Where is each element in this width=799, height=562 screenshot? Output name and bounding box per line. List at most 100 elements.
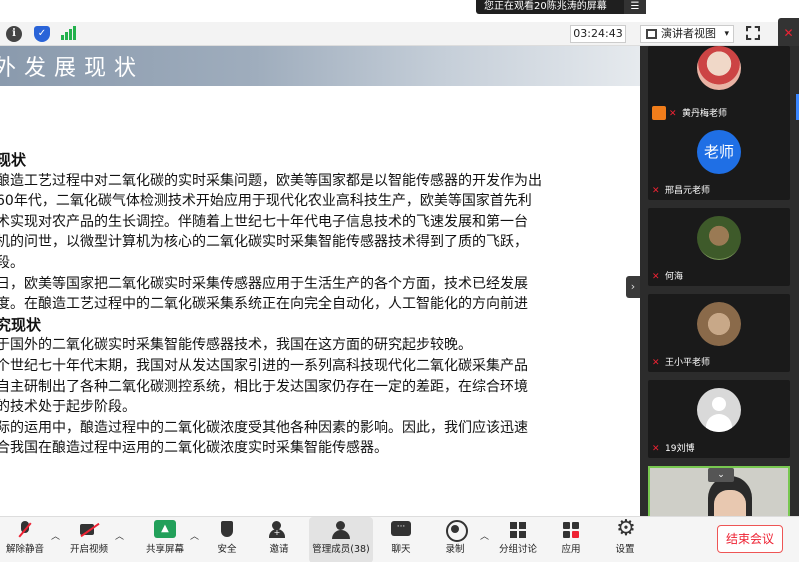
unmute-label: 解除静音	[5, 544, 44, 555]
participant-tile[interactable]: ✕ 19刘博	[648, 380, 790, 458]
add-user-icon	[268, 520, 290, 540]
manage-members-label: 管理成员(38)	[312, 544, 370, 555]
video-options-chevron-icon[interactable]: ︿	[115, 529, 124, 542]
camera-off-icon	[78, 520, 100, 540]
signal-icon[interactable]	[60, 26, 76, 42]
record-icon	[444, 520, 468, 542]
banner-menu-icon[interactable]: ☰	[624, 0, 646, 14]
speaker-view-label: 演讲者视图	[661, 27, 716, 40]
participant-name-row: ✕ 邢昌元老师	[652, 183, 710, 196]
invite-button[interactable]: 邀请	[262, 517, 296, 562]
slide-line: 于国外的二氧化碳实时采集智能传感器技术，我国在这方面的研究起步较晚。	[0, 337, 472, 354]
members-icon	[330, 520, 352, 540]
slide-line: 的技术处于起步阶段。	[0, 399, 136, 416]
info-icon[interactable]: i	[6, 26, 22, 42]
mic-off-icon	[14, 520, 36, 540]
apps-button[interactable]: 应用	[556, 517, 586, 562]
security-label: 安全	[217, 544, 237, 555]
participant-avatar	[697, 46, 741, 90]
speaker-view-button[interactable]: 演讲者视图 ▾	[640, 25, 734, 43]
participant-name-row: ✕ 何海	[652, 269, 683, 282]
start-video-label: 开启视频	[69, 544, 108, 555]
slide-line: 度。在酿造工艺过程中的二氧化碳采集系统正在向完全自动化，人工智能化的方向前进	[0, 296, 528, 313]
fullscreen-icon[interactable]	[746, 26, 760, 40]
slide-line: 酿造工艺过程中对二氧化碳的实时采集问题，欧美等国家都是以智能传感器的开发作为出	[0, 172, 542, 189]
participant-panel: ✕ 19刘博 ✕ 王小平老师 ✕ 何海 老师 ✕ 邢昌元老师 ✕ 黄丹梅老师 ⌄	[640, 46, 799, 516]
collapse-panel-chevron-icon[interactable]: ›	[626, 276, 640, 298]
slide-line: 日，欧美等国家把二氧化碳实时采集传感器应用于生活生产的各个方面，技术已经发展	[0, 275, 528, 292]
slide-title-band: 外发展现状	[0, 46, 640, 86]
active-video-tile[interactable]: ⌄	[648, 466, 790, 516]
settings-label: 设置	[615, 544, 635, 555]
chevron-down-icon[interactable]: ⌄	[708, 468, 734, 482]
shield-icon[interactable]: ✓	[34, 26, 50, 42]
chat-label: 聊天	[391, 544, 411, 555]
share-options-chevron-icon[interactable]: ︿	[190, 529, 199, 542]
breakout-rooms-button[interactable]: 分组讨论	[496, 517, 540, 562]
participant-tile[interactable]: ✕ 黄丹梅老师	[648, 46, 790, 124]
participant-tile[interactable]: ✕ 何海	[648, 208, 790, 286]
apps-label: 应用	[561, 544, 581, 555]
breakout-rooms-label: 分组讨论	[498, 544, 537, 555]
muted-mic-icon: ✕	[652, 444, 660, 454]
share-screen-label: 共享屏幕	[145, 544, 184, 555]
settings-button[interactable]: 设置	[610, 516, 640, 562]
slide-line: 际的运用中，酿造过程中的二氧化碳浓度受其他各种因素的影响。因此，我们应该迅速	[0, 419, 528, 436]
slide-line: 60年代，二氧化碳气体检测技术开始应用于现代化农业高科技生产，欧美等国家首先利	[0, 193, 532, 210]
end-meeting-button[interactable]: 结束会议	[717, 525, 783, 553]
muted-mic-icon: ✕	[652, 272, 660, 282]
slide-title: 外发展现状	[0, 56, 145, 81]
view-grid-icon	[646, 29, 657, 39]
slide-heading: 现状	[0, 151, 27, 169]
slide-line: 个世纪七十年代末期，我国对从发达国家引进的一系列高科技现代化二氧化碳采集产品	[0, 357, 528, 374]
security-button[interactable]: 安全	[210, 517, 244, 562]
slide-line: 术实现对农产品的生长调控。伴随着上世纪七十年代电子信息技术的飞速发展和第一台	[0, 213, 528, 230]
participant-name-row: ✕ 王小平老师	[652, 355, 710, 368]
slide-line: 自主研制出了各种二氧化碳测控系统，相比于发达国家仍存在一定的差距，在综合环境	[0, 378, 528, 395]
participant-name: 黄丹梅老师	[682, 108, 728, 119]
slide-body: 现状酿造工艺过程中对二氧化碳的实时采集问题，欧美等国家都是以智能传感器的开发作为…	[0, 150, 640, 459]
muted-mic-icon: ✕	[652, 358, 660, 368]
invite-label: 邀请	[269, 544, 289, 555]
participant-name: 何海	[665, 272, 684, 282]
unmute-button[interactable]: 解除静音	[4, 517, 46, 562]
gear-icon	[614, 516, 637, 541]
start-video-button[interactable]: 开启视频	[66, 517, 112, 562]
participant-avatar	[697, 216, 741, 260]
slide-line: 段。	[0, 254, 24, 271]
screen-share-banner-text: 您正在观看20陈兆涛的屏幕	[484, 1, 607, 12]
apps-icon	[560, 520, 582, 540]
meeting-timer: 03:24:43	[570, 25, 626, 43]
record-options-chevron-icon[interactable]: ︿	[480, 529, 489, 542]
audio-options-chevron-icon[interactable]: ︿	[51, 529, 60, 542]
record-button[interactable]: 录制	[440, 517, 470, 562]
participant-name-row: ✕ 黄丹梅老师	[652, 106, 728, 120]
muted-mic-icon[interactable]: ✕	[778, 18, 799, 48]
participant-avatar: 老师	[697, 130, 741, 174]
slide-line: 合我国在酿造过程中运用的二氧化碳浓度实时采集智能传感器。	[0, 440, 388, 457]
breakout-rooms-icon	[507, 520, 529, 540]
screen-share-banner: 您正在观看20陈兆涛的屏幕	[476, 0, 646, 14]
share-screen-button[interactable]: 共享屏幕	[142, 517, 188, 562]
muted-mic-icon: ✕	[669, 108, 677, 119]
share-screen-icon	[154, 520, 176, 540]
shared-slide: 外发展现状 现状酿造工艺过程中对二氧化碳的实时采集问题，欧美等国家都是以智能传感…	[0, 46, 640, 516]
participant-tile[interactable]: ✕ 王小平老师	[648, 294, 790, 372]
video-person-face	[714, 490, 746, 516]
participant-name: 邢昌元老师	[665, 186, 711, 196]
host-badge-icon	[652, 106, 666, 120]
participant-name-row: ✕ 19刘博	[652, 441, 694, 454]
participant-name: 19刘博	[665, 444, 695, 454]
chat-icon	[390, 520, 412, 540]
top-toolbar: i ✓ 03:24:43 演讲者视图 ▾	[0, 22, 799, 46]
participant-name: 王小平老师	[665, 358, 711, 368]
record-label: 录制	[445, 544, 465, 555]
slide-heading: 究现状	[0, 315, 42, 334]
slide-line: 机的问世，以微型计算机为核心的二氧化碳实时采集智能传感器技术得到了质的飞跃，	[0, 234, 528, 251]
participant-tile[interactable]: 老师 ✕ 邢昌元老师	[648, 122, 790, 200]
manage-members-button[interactable]: 管理成员(38)	[309, 517, 373, 562]
participant-avatar	[697, 302, 741, 346]
security-icon	[216, 520, 238, 540]
chevron-down-icon: ▾	[724, 29, 729, 39]
chat-button[interactable]: 聊天	[386, 517, 416, 562]
